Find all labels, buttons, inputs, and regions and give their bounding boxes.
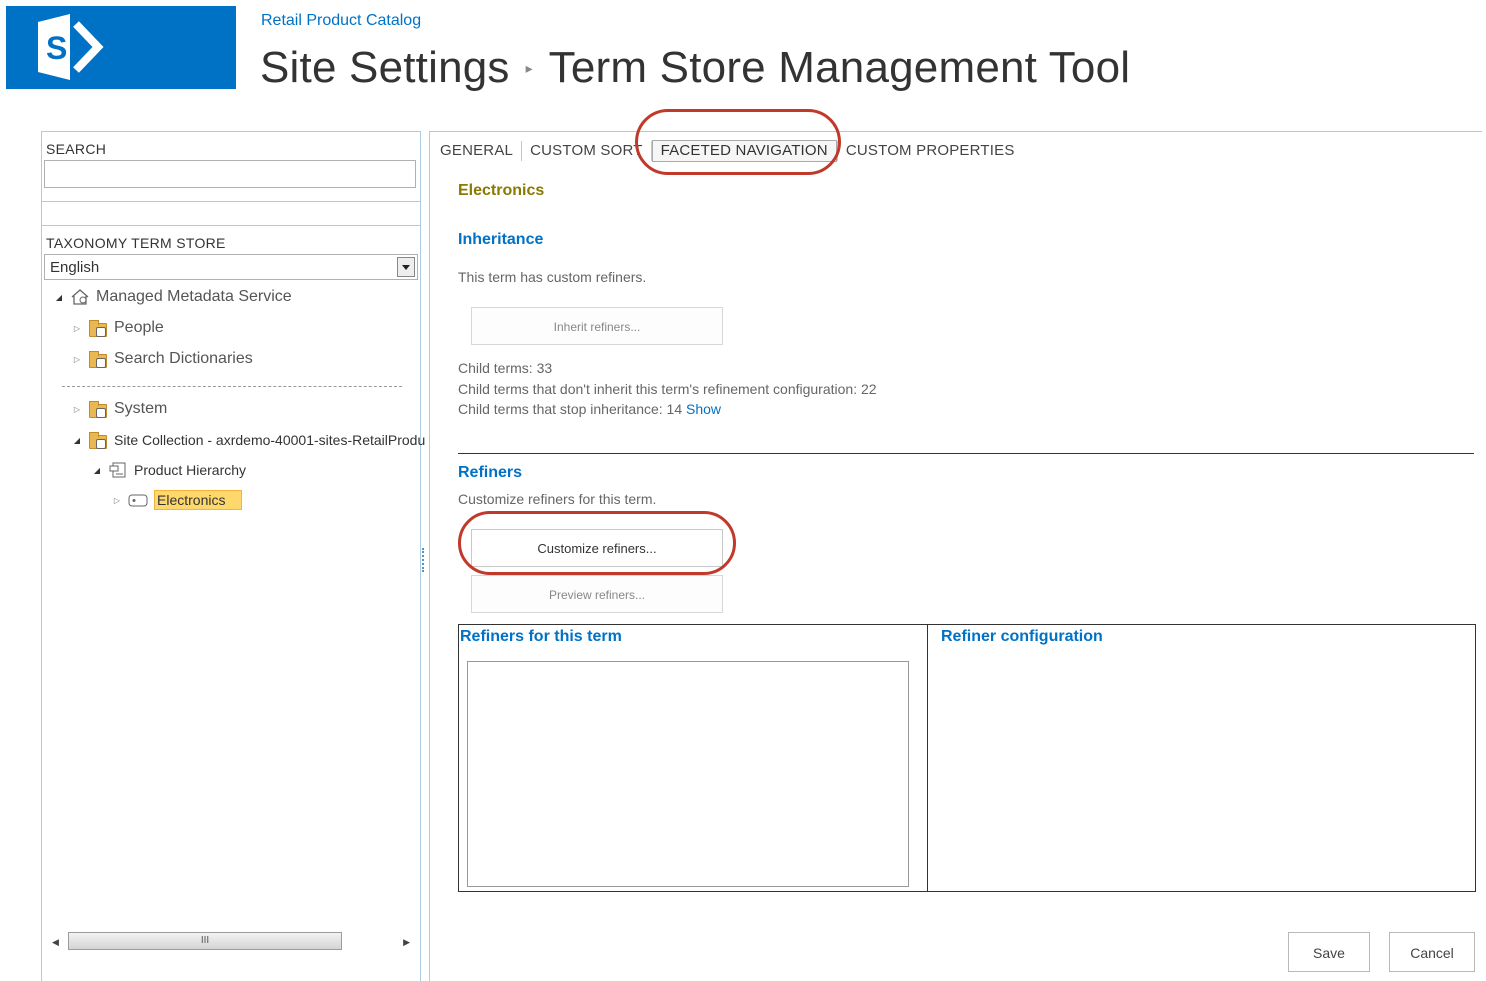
collapsed-triangle-icon[interactable]: ▷ [72,355,82,364]
search-input[interactable] [44,160,416,188]
sharepoint-logo-icon: S [38,14,104,80]
group-folder-icon [88,350,108,368]
divider [42,201,420,202]
grid-divider [927,625,928,891]
tree-node-system[interactable]: ▷ System [72,397,167,421]
tree-node-label: Managed Metadata Service [96,288,292,305]
site-title-link[interactable]: Retail Product Catalog [261,12,421,30]
horizontal-scrollbar[interactable]: ◀ III ▶ [50,932,412,952]
refiners-heading: Refiners [458,464,523,481]
selected-term-label[interactable]: Electronics [154,490,243,510]
taxonomy-term-store-label: TAXONOMY TERM STORE [46,235,226,251]
child-terms-stop-inheritance: Child terms that stop inheritance: 14 [458,401,683,417]
tab-general[interactable]: GENERAL [440,140,521,162]
section-divider [458,453,1474,454]
expanded-triangle-icon[interactable]: ◢ [92,466,102,475]
tree-node-people[interactable]: ▷ People [72,316,164,340]
refiner-configuration-heading: Refiner configuration [941,628,1103,645]
child-terms-count: Child terms: 33 [458,360,553,376]
inheritance-description: This term has custom refiners. [458,269,647,285]
refiner-grid: Refiners for this term Refiner configura… [458,624,1476,892]
sharepoint-logo[interactable]: S [6,6,236,89]
tab-custom-sort[interactable]: CUSTOM SORT [522,140,651,162]
collapsed-triangle-icon[interactable]: ▷ [72,324,82,333]
preview-refiners-button[interactable]: Preview refiners... [471,575,723,613]
svg-text:S: S [46,30,67,66]
breadcrumb: Site Settings ▸ Term Store Management To… [260,38,1130,98]
language-select-value: English [50,259,100,276]
tree-node-search-dictionaries[interactable]: ▷ Search Dictionaries [72,347,253,371]
panel-splitter-handle[interactable] [422,548,428,572]
inheritance-heading: Inheritance [458,231,544,248]
expanded-triangle-icon[interactable]: ◢ [54,293,64,302]
group-folder-icon [88,319,108,337]
tree-node-label: System [114,400,168,417]
tree-node-label: Product Hierarchy [134,462,247,478]
child-terms-stop-inheritance-row: Child terms that stop inheritance: 14 Sh… [458,401,721,417]
term-name-heading: Electronics [458,182,545,199]
tree-separator [62,386,402,387]
divider [42,225,420,226]
collapsed-triangle-icon[interactable]: ▷ [112,496,122,505]
save-button[interactable]: Save [1288,932,1370,972]
group-folder-icon [88,431,108,449]
taxonomy-panel: SEARCH TAXONOMY TERM STORE English ◢ Man… [41,131,425,981]
page-title: Term Store Management Tool [548,43,1131,92]
tree-node-site-collection[interactable]: ◢ Site Collection - axrdemo-40001-sites-… [72,428,425,452]
refiners-description: Customize refiners for this term. [458,491,657,507]
inherit-refiners-button[interactable]: Inherit refiners... [471,307,723,345]
child-terms-not-inheriting: Child terms that don't inherit this term… [458,381,877,397]
breadcrumb-site-settings[interactable]: Site Settings [260,43,510,93]
tree-node-label: Site Collection - axrdemo-40001-sites-Re… [114,432,426,448]
chevron-down-icon[interactable] [397,257,415,277]
tree-node-label: People [114,319,164,336]
highlight-ring-customize-refiners [458,511,736,575]
scroll-right-icon[interactable]: ▶ [403,937,410,948]
group-folder-icon [88,400,108,418]
scroll-left-icon[interactable]: ◀ [52,937,59,948]
breadcrumb-separator-icon: ▸ [525,59,533,76]
expanded-triangle-icon[interactable]: ◢ [72,436,82,445]
tree-node-product-hierarchy[interactable]: ◢ Product Hierarchy [92,458,246,482]
highlight-ring-faceted-navigation [635,109,841,175]
term-set-icon [108,461,128,479]
tree-node-electronics[interactable]: ▷ Electronics [112,488,243,512]
term-store-icon [70,288,90,306]
tree-node-managed-metadata-service[interactable]: ◢ Managed Metadata Service [54,285,292,309]
language-select[interactable]: English [44,254,418,280]
search-label: SEARCH [46,141,107,157]
refiners-listbox[interactable] [467,661,909,887]
refiners-for-term-heading: Refiners for this term [460,628,622,645]
tree-node-label: Search Dictionaries [114,350,253,367]
scrollbar-thumb[interactable]: III [68,932,342,950]
term-icon [128,491,148,509]
cancel-button[interactable]: Cancel [1389,932,1475,972]
collapsed-triangle-icon[interactable]: ▷ [72,405,82,414]
tab-custom-properties[interactable]: CUSTOM PROPERTIES [838,140,1023,162]
show-link[interactable]: Show [686,401,721,417]
